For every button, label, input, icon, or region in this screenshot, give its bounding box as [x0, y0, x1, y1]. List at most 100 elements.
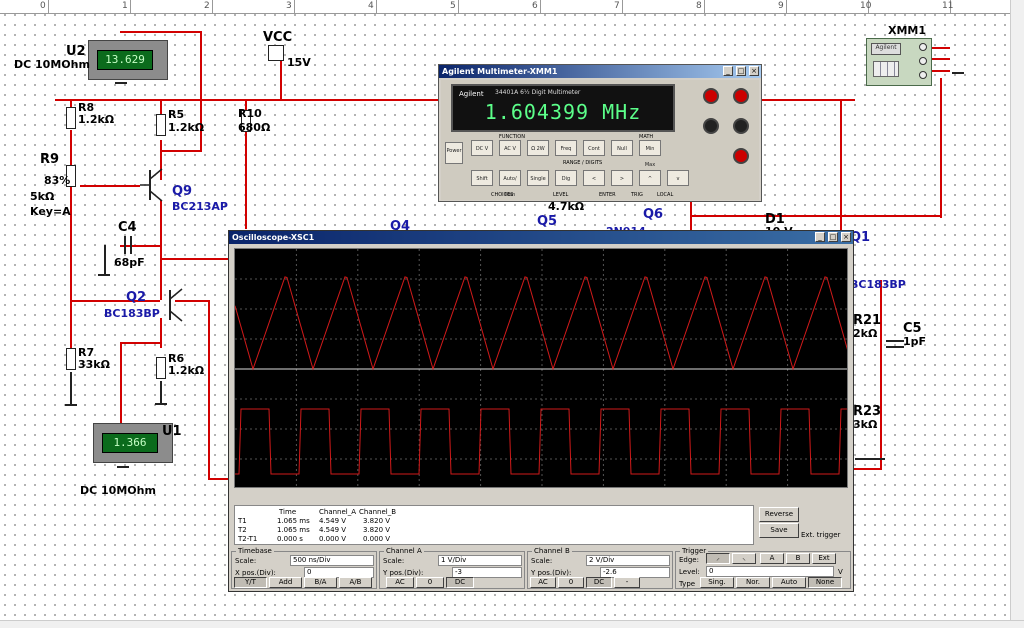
r7-value: 33kΩ	[78, 358, 110, 371]
channel-a-coupling-button[interactable]: 0	[416, 577, 444, 588]
r5-value: 1.2kΩ	[168, 121, 205, 134]
r8-value: 1.2kΩ	[78, 113, 115, 126]
u1-voltmeter[interactable]: 1.366	[93, 423, 173, 463]
channel-b-coupling-button[interactable]: 0	[558, 577, 584, 588]
multimeter-key[interactable]: DC V	[471, 140, 493, 156]
ruler-number: 0	[40, 1, 46, 11]
vcc-source[interactable]	[268, 45, 284, 61]
trigger-level-unit: V	[838, 568, 843, 576]
horizontal-scrollbar[interactable]	[0, 620, 1024, 628]
ruler-number: 2	[204, 1, 210, 11]
vcc-value: 15V	[287, 56, 311, 69]
maximize-button[interactable]: □	[736, 66, 746, 76]
r6-resistor[interactable]	[156, 357, 166, 379]
minimize-button[interactable]: _	[815, 232, 825, 242]
channel-b-title: Channel B	[532, 547, 572, 555]
timebase-mode-button[interactable]: Add	[269, 577, 302, 588]
c5-capacitor[interactable]	[886, 340, 904, 342]
multimeter-key[interactable]: ^	[639, 170, 661, 186]
trigger-source-button[interactable]: B	[786, 553, 810, 564]
r10-value: 680Ω	[238, 121, 271, 134]
c4-value: 68pF	[114, 256, 145, 269]
channel-a-coupling-button[interactable]: AC	[386, 577, 414, 588]
q9-transistor[interactable]	[140, 165, 170, 205]
readout-header: Channel_A	[319, 508, 357, 516]
timebase-mode-button[interactable]: B/A	[304, 577, 337, 588]
timebase-title: Timebase	[236, 547, 274, 555]
channel-b-scale-field[interactable]: 2 V/Div	[586, 555, 670, 566]
multimeter-key[interactable]: Cont	[583, 140, 605, 156]
ruler-tick	[458, 0, 459, 14]
multimeter-key[interactable]: v	[667, 170, 689, 186]
multimeter-key[interactable]: Min Max	[639, 140, 661, 168]
save-button[interactable]: Save	[759, 523, 799, 538]
multimeter-key[interactable]: Dig	[555, 170, 577, 186]
trigger-level-field[interactable]: 0	[706, 566, 834, 577]
oscilloscope-window[interactable]: Oscilloscope-XSC1 _ □ × Time Channel_A Cha…	[228, 230, 854, 592]
lo-sense-jack[interactable]	[733, 118, 749, 134]
trigger-type-button[interactable]: Auto	[772, 577, 806, 588]
multimeter-key[interactable]: Freq	[555, 140, 577, 156]
timebase-mode-button[interactable]: Y/T	[234, 577, 267, 588]
timebase-mode-button[interactable]: A/B	[339, 577, 372, 588]
vertical-scrollbar[interactable]	[1010, 0, 1024, 628]
trigger-type-button[interactable]: Sing.	[700, 577, 734, 588]
channel-b-coupling-button[interactable]: AC	[530, 577, 556, 588]
reverse-button[interactable]: Reverse	[759, 507, 799, 522]
timebase-xpos-label: X pos.(Div):	[235, 569, 276, 577]
close-button[interactable]: ×	[749, 66, 759, 76]
maximize-button[interactable]: □	[828, 232, 838, 242]
c4-capacitor[interactable]	[124, 236, 126, 254]
multimeter-key[interactable]: >	[611, 170, 633, 186]
ruler-tick	[786, 0, 787, 14]
r5-resistor[interactable]	[156, 114, 166, 136]
trigger-type-button[interactable]: Nor.	[736, 577, 770, 588]
xmm1-name: XMM1	[888, 24, 927, 37]
channel-a-scale-field[interactable]: 1 V/Div	[438, 555, 522, 566]
multimeter-key[interactable]: Single	[527, 170, 549, 186]
multimeter-key[interactable]: AC V	[499, 140, 521, 156]
timebase-scale-field[interactable]: 500 ns/Div	[290, 555, 374, 566]
readout-row-label: T1	[238, 517, 247, 525]
multimeter-key[interactable]: Shift	[471, 170, 493, 186]
power-button[interactable]: Power	[445, 142, 463, 164]
minimize-button[interactable]: _	[723, 66, 733, 76]
r8-resistor[interactable]	[66, 107, 76, 129]
ruler-tick	[48, 0, 49, 14]
xmm1-instrument-icon[interactable]: Agilent	[866, 38, 932, 86]
ruler-tick	[376, 0, 377, 14]
q2-transistor[interactable]	[160, 285, 190, 325]
hi-v-jack[interactable]	[703, 88, 719, 104]
current-jack[interactable]	[733, 148, 749, 164]
multimeter-key[interactable]: <	[583, 170, 605, 186]
rising-edge-button[interactable]: ⸝	[706, 553, 730, 564]
multimeter-key[interactable]: Null	[611, 140, 633, 156]
multimeter-window[interactable]: Agilent Multimeter-XMM1 _ □ × Agilent 34…	[438, 64, 762, 202]
lo-v-jack[interactable]	[703, 118, 719, 134]
readout-time: 1.065 ms	[277, 526, 310, 534]
trigger-source-button[interactable]: Ext	[812, 553, 836, 564]
multimeter-key[interactable]: Auto/ Man	[499, 170, 521, 198]
u1-mode: DC 10MOhm	[80, 484, 156, 497]
r7-resistor[interactable]	[66, 348, 76, 370]
trigger-source-button[interactable]: A	[760, 553, 784, 564]
channel-b-coupling-button[interactable]: -	[614, 577, 640, 588]
oscilloscope-screen[interactable]	[234, 248, 848, 488]
trigger-type-label: Type	[679, 580, 696, 588]
falling-edge-button[interactable]: ⸜	[732, 553, 756, 564]
hi-sense-jack[interactable]	[733, 88, 749, 104]
multimeter-display: Agilent 34401A 6½ Digit Multimeter 1.604…	[451, 84, 675, 132]
channel-a-coupling-button[interactable]: DC	[446, 577, 474, 588]
close-button[interactable]: ×	[841, 232, 851, 242]
u2-voltmeter[interactable]: 13.629	[88, 40, 168, 80]
channel-a-group: Channel A Scale: 1 V/Div Y pos.(Div): -3…	[379, 547, 525, 589]
trigger-type-button[interactable]: None	[808, 577, 842, 588]
r10-name: R10	[238, 107, 262, 120]
channel-b-coupling-button[interactable]: DC	[586, 577, 612, 588]
ruler-number: 11	[942, 1, 954, 11]
multimeter-key[interactable]: Ω 2W	[527, 140, 549, 156]
r9-value: 5kΩ	[30, 190, 55, 203]
trigger-edge-label: Edge:	[679, 556, 699, 564]
r21-value: 2kΩ	[853, 327, 878, 340]
channel-a-ypos-label: Y pos.(Div):	[383, 569, 424, 577]
